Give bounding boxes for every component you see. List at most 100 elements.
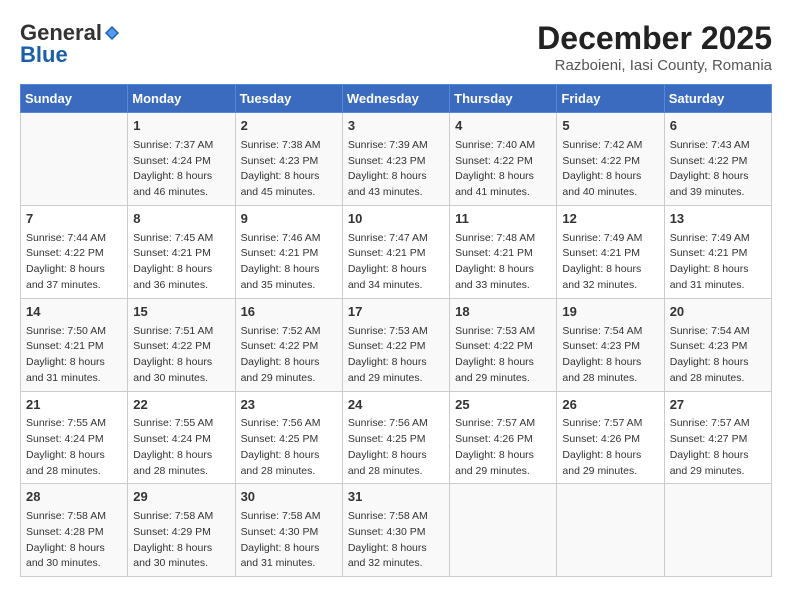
day-number: 21 xyxy=(26,396,122,415)
cell-sun-data: Sunrise: 7:56 AM Sunset: 4:25 PM Dayligh… xyxy=(241,416,337,479)
cell-sun-data: Sunrise: 7:58 AM Sunset: 4:28 PM Dayligh… xyxy=(26,509,122,572)
cell-sun-data: Sunrise: 7:55 AM Sunset: 4:24 PM Dayligh… xyxy=(133,416,229,479)
calendar-cell: 24Sunrise: 7:56 AM Sunset: 4:25 PM Dayli… xyxy=(342,391,449,484)
calendar-cell: 23Sunrise: 7:56 AM Sunset: 4:25 PM Dayli… xyxy=(235,391,342,484)
cell-sun-data: Sunrise: 7:54 AM Sunset: 4:23 PM Dayligh… xyxy=(562,324,658,387)
day-header-saturday: Saturday xyxy=(664,85,771,113)
calendar-header-row: SundayMondayTuesdayWednesdayThursdayFrid… xyxy=(21,85,772,113)
cell-sun-data: Sunrise: 7:47 AM Sunset: 4:21 PM Dayligh… xyxy=(348,231,444,294)
day-number: 1 xyxy=(133,117,229,136)
day-number: 29 xyxy=(133,488,229,507)
day-number: 18 xyxy=(455,303,551,322)
day-number: 9 xyxy=(241,210,337,229)
calendar-cell: 13Sunrise: 7:49 AM Sunset: 4:21 PM Dayli… xyxy=(664,205,771,298)
calendar-cell xyxy=(557,484,664,577)
calendar-cell: 19Sunrise: 7:54 AM Sunset: 4:23 PM Dayli… xyxy=(557,298,664,391)
cell-sun-data: Sunrise: 7:46 AM Sunset: 4:21 PM Dayligh… xyxy=(241,231,337,294)
day-number: 12 xyxy=(562,210,658,229)
calendar-cell: 4 Sunrise: 7:40 AM Sunset: 4:22 PM Daylig… xyxy=(450,113,557,206)
calendar-cell: 1 Sunrise: 7:37 AM Sunset: 4:24 PM Daylig… xyxy=(128,113,235,206)
calendar-cell: 3 Sunrise: 7:39 AM Sunset: 4:23 PM Daylig… xyxy=(342,113,449,206)
title-block: December 2025 Razboieni, Iasi County, Ro… xyxy=(537,20,772,74)
calendar-cell: 31Sunrise: 7:58 AM Sunset: 4:30 PM Dayli… xyxy=(342,484,449,577)
calendar-cell: 9 Sunrise: 7:46 AM Sunset: 4:21 PM Daylig… xyxy=(235,205,342,298)
cell-sun-data: Sunrise: 7:58 AM Sunset: 4:30 PM Dayligh… xyxy=(348,509,444,572)
cell-sun-data: Sunrise: 7:39 AM Sunset: 4:23 PM Dayligh… xyxy=(348,138,444,201)
calendar-cell: 12 Sunrise: 7:49 AM Sunset: 4:21 PM Dayli… xyxy=(557,205,664,298)
day-header-wednesday: Wednesday xyxy=(342,85,449,113)
page-header: General Blue December 2025 Razboieni, Ia… xyxy=(20,20,772,74)
day-header-tuesday: Tuesday xyxy=(235,85,342,113)
day-number: 30 xyxy=(241,488,337,507)
day-number: 14 xyxy=(26,303,122,322)
logo-icon xyxy=(103,24,121,42)
day-number: 6 xyxy=(670,117,766,136)
calendar-cell: 2 Sunrise: 7:38 AM Sunset: 4:23 PM Daylig… xyxy=(235,113,342,206)
cell-sun-data: Sunrise: 7:53 AM Sunset: 4:22 PM Dayligh… xyxy=(348,324,444,387)
calendar-cell: 5 Sunrise: 7:42 AM Sunset: 4:22 PM Daylig… xyxy=(557,113,664,206)
day-number: 11 xyxy=(455,210,551,229)
calendar-week-row: 7 Sunrise: 7:44 AM Sunset: 4:22 PM Daylig… xyxy=(21,205,772,298)
month-title: December 2025 xyxy=(537,20,772,57)
calendar-cell: 28Sunrise: 7:58 AM Sunset: 4:28 PM Dayli… xyxy=(21,484,128,577)
day-number: 5 xyxy=(562,117,658,136)
calendar-cell: 10 Sunrise: 7:47 AM Sunset: 4:21 PM Dayli… xyxy=(342,205,449,298)
calendar-cell: 26Sunrise: 7:57 AM Sunset: 4:26 PM Dayli… xyxy=(557,391,664,484)
day-header-thursday: Thursday xyxy=(450,85,557,113)
calendar-cell: 7 Sunrise: 7:44 AM Sunset: 4:22 PM Daylig… xyxy=(21,205,128,298)
calendar-week-row: 28Sunrise: 7:58 AM Sunset: 4:28 PM Dayli… xyxy=(21,484,772,577)
logo: General Blue xyxy=(20,20,122,68)
calendar-week-row: 21Sunrise: 7:55 AM Sunset: 4:24 PM Dayli… xyxy=(21,391,772,484)
calendar-cell: 29Sunrise: 7:58 AM Sunset: 4:29 PM Dayli… xyxy=(128,484,235,577)
cell-sun-data: Sunrise: 7:43 AM Sunset: 4:22 PM Dayligh… xyxy=(670,138,766,201)
day-number: 7 xyxy=(26,210,122,229)
calendar-table: SundayMondayTuesdayWednesdayThursdayFrid… xyxy=(20,84,772,577)
calendar-week-row: 14Sunrise: 7:50 AM Sunset: 4:21 PM Dayli… xyxy=(21,298,772,391)
cell-sun-data: Sunrise: 7:55 AM Sunset: 4:24 PM Dayligh… xyxy=(26,416,122,479)
day-number: 15 xyxy=(133,303,229,322)
cell-sun-data: Sunrise: 7:56 AM Sunset: 4:25 PM Dayligh… xyxy=(348,416,444,479)
cell-sun-data: Sunrise: 7:53 AM Sunset: 4:22 PM Dayligh… xyxy=(455,324,551,387)
calendar-cell: 18 Sunrise: 7:53 AM Sunset: 4:22 PM Dayli… xyxy=(450,298,557,391)
day-number: 20 xyxy=(670,303,766,322)
cell-sun-data: Sunrise: 7:57 AM Sunset: 4:26 PM Dayligh… xyxy=(455,416,551,479)
day-header-sunday: Sunday xyxy=(21,85,128,113)
calendar-week-row: 1 Sunrise: 7:37 AM Sunset: 4:24 PM Daylig… xyxy=(21,113,772,206)
calendar-cell: 11Sunrise: 7:48 AM Sunset: 4:21 PM Dayli… xyxy=(450,205,557,298)
cell-sun-data: Sunrise: 7:45 AM Sunset: 4:21 PM Dayligh… xyxy=(133,231,229,294)
calendar-cell xyxy=(450,484,557,577)
day-number: 8 xyxy=(133,210,229,229)
cell-sun-data: Sunrise: 7:57 AM Sunset: 4:27 PM Dayligh… xyxy=(670,416,766,479)
day-number: 13 xyxy=(670,210,766,229)
location: Razboieni, Iasi County, Romania xyxy=(537,57,772,74)
cell-sun-data: Sunrise: 7:38 AM Sunset: 4:23 PM Dayligh… xyxy=(241,138,337,201)
calendar-cell: 30 Sunrise: 7:58 AM Sunset: 4:30 PM Dayli… xyxy=(235,484,342,577)
cell-sun-data: Sunrise: 7:44 AM Sunset: 4:22 PM Dayligh… xyxy=(26,231,122,294)
day-number: 3 xyxy=(348,117,444,136)
day-number: 2 xyxy=(241,117,337,136)
calendar-cell: 27Sunrise: 7:57 AM Sunset: 4:27 PM Dayli… xyxy=(664,391,771,484)
cell-sun-data: Sunrise: 7:54 AM Sunset: 4:23 PM Dayligh… xyxy=(670,324,766,387)
day-number: 10 xyxy=(348,210,444,229)
cell-sun-data: Sunrise: 7:37 AM Sunset: 4:24 PM Dayligh… xyxy=(133,138,229,201)
cell-sun-data: Sunrise: 7:40 AM Sunset: 4:22 PM Dayligh… xyxy=(455,138,551,201)
calendar-cell xyxy=(21,113,128,206)
calendar-cell xyxy=(664,484,771,577)
logo-blue: Blue xyxy=(20,42,68,68)
cell-sun-data: Sunrise: 7:49 AM Sunset: 4:21 PM Dayligh… xyxy=(562,231,658,294)
calendar-cell: 22Sunrise: 7:55 AM Sunset: 4:24 PM Dayli… xyxy=(128,391,235,484)
day-header-monday: Monday xyxy=(128,85,235,113)
day-number: 23 xyxy=(241,396,337,415)
day-number: 24 xyxy=(348,396,444,415)
calendar-cell: 15Sunrise: 7:51 AM Sunset: 4:22 PM Dayli… xyxy=(128,298,235,391)
cell-sun-data: Sunrise: 7:52 AM Sunset: 4:22 PM Dayligh… xyxy=(241,324,337,387)
day-number: 4 xyxy=(455,117,551,136)
cell-sun-data: Sunrise: 7:42 AM Sunset: 4:22 PM Dayligh… xyxy=(562,138,658,201)
day-number: 22 xyxy=(133,396,229,415)
calendar-cell: 17 Sunrise: 7:53 AM Sunset: 4:22 PM Dayli… xyxy=(342,298,449,391)
calendar-cell: 25Sunrise: 7:57 AM Sunset: 4:26 PM Dayli… xyxy=(450,391,557,484)
day-number: 17 xyxy=(348,303,444,322)
day-number: 27 xyxy=(670,396,766,415)
cell-sun-data: Sunrise: 7:58 AM Sunset: 4:30 PM Dayligh… xyxy=(241,509,337,572)
day-number: 26 xyxy=(562,396,658,415)
